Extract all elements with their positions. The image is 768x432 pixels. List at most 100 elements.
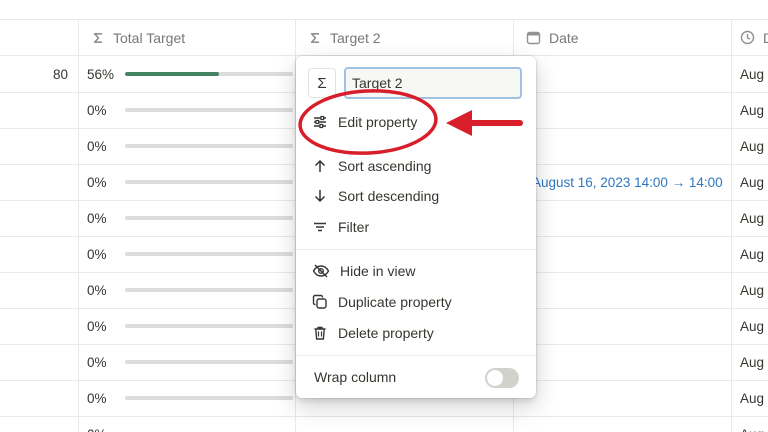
clock-icon (740, 30, 755, 45)
wrap-column-label: Wrap column (314, 369, 397, 385)
column-header-blank[interactable] (0, 20, 78, 56)
date-cell[interactable]: August 16, 2023 14:00 → 14:00 (514, 164, 740, 200)
column-header-target-2[interactable]: Target 2 (296, 20, 513, 56)
calendar-icon (526, 31, 541, 45)
total-target-cell[interactable]: 0% (78, 128, 295, 164)
progress-bar (125, 288, 293, 292)
total-target-cell[interactable]: 0% (78, 308, 295, 344)
column-header-label: D (763, 30, 768, 46)
total-target-cell[interactable]: 0% (78, 92, 295, 128)
progress-percent: 0% (87, 210, 107, 226)
progress-bar (125, 216, 293, 220)
column-divider (731, 20, 732, 432)
last-column-cell[interactable]: Aug (740, 92, 768, 128)
sliders-icon (314, 115, 326, 129)
progress-percent: 0% (87, 282, 107, 298)
total-target-cell[interactable]: 0% (78, 164, 295, 200)
number-cell[interactable] (0, 308, 78, 344)
total-target-cell[interactable]: 0% (78, 200, 295, 236)
total-target-cell[interactable]: 0% (78, 272, 295, 308)
filter-icon (314, 222, 326, 232)
sort-ascending-button[interactable]: Sort ascending (302, 152, 530, 180)
edit-property-button[interactable]: Edit property (302, 108, 530, 136)
sort-descending-button[interactable]: Sort descending (302, 182, 530, 210)
number-cell[interactable]: 80 (0, 56, 78, 92)
trash-icon (314, 326, 326, 340)
menu-item-label: Duplicate property (338, 294, 452, 310)
number-cell[interactable] (0, 128, 78, 164)
progress-bar (125, 108, 293, 112)
eye-slash-icon (312, 264, 330, 278)
menu-item-label: Edit property (338, 114, 418, 130)
menu-item-label: Delete property (338, 325, 434, 341)
progress-bar (125, 396, 293, 400)
number-cell[interactable] (0, 272, 78, 308)
progress-percent: 56% (87, 66, 115, 82)
column-header-date[interactable]: Date (514, 20, 731, 56)
menu-item-label: Sort ascending (338, 158, 432, 174)
progress-percent: 0% (87, 138, 107, 154)
duplicate-icon (312, 294, 327, 309)
menu-divider (296, 249, 536, 250)
number-cell[interactable] (0, 380, 78, 416)
last-column-cell[interactable]: Aug (740, 380, 768, 416)
column-header-label: Total Target (113, 29, 186, 46)
column-header-total-target[interactable]: Total Target (79, 20, 295, 56)
last-column-cell[interactable]: Aug (740, 128, 768, 164)
last-column-cell[interactable]: Aug (740, 308, 768, 344)
progress-bar (125, 180, 293, 184)
sigma-icon (311, 32, 319, 43)
toggle-knob (487, 370, 503, 386)
top-strip (0, 0, 768, 20)
last-column-cell[interactable]: Aug (740, 236, 768, 272)
number-cell[interactable] (0, 92, 78, 128)
total-target-cell[interactable]: 0% (78, 236, 295, 272)
menu-item-label: Hide in view (340, 263, 416, 279)
number-cell[interactable] (0, 164, 78, 200)
total-target-cell[interactable]: 0% (78, 380, 295, 416)
menu-divider (296, 355, 536, 356)
progress-percent: 0% (87, 318, 107, 334)
arrow-up-icon (314, 159, 326, 172)
progress-percent: 0% (87, 354, 107, 370)
progress-bar (125, 144, 293, 148)
last-column-cell[interactable]: Aug (740, 164, 768, 200)
column-header-label: Date (549, 29, 579, 46)
property-type-button[interactable]: Σ (308, 68, 336, 98)
number-cell[interactable] (0, 416, 78, 432)
progress-percent: 0% (87, 102, 107, 118)
filter-button[interactable]: Filter (302, 213, 530, 241)
last-column-cell[interactable]: Aug (740, 344, 768, 380)
number-cell[interactable] (0, 344, 78, 380)
property-name-input[interactable] (344, 67, 522, 99)
progress-percent: 0% (87, 246, 107, 262)
last-column-cell[interactable]: Aug (740, 272, 768, 308)
progress-percent: 0% (87, 427, 117, 432)
hide-in-view-button[interactable]: Hide in view (302, 257, 530, 285)
last-column-cell[interactable]: Aug (740, 416, 768, 432)
progress-bar (125, 72, 293, 76)
total-target-cell[interactable]: 0% (78, 344, 295, 380)
property-menu: Σ Edit property Sort ascending Sort desc… (296, 56, 536, 398)
menu-item-label: Sort descending (338, 188, 440, 204)
arrow-down-icon (314, 190, 326, 203)
duplicate-property-button[interactable]: Duplicate property (302, 288, 530, 316)
number-cell[interactable] (0, 236, 78, 272)
wrap-column-toggle[interactable] (485, 368, 519, 388)
delete-property-button[interactable]: Delete property (302, 319, 530, 347)
progress-percent: 0% (87, 174, 107, 190)
progress-bar (125, 360, 293, 364)
number-cell[interactable] (0, 200, 78, 236)
menu-item-label: Filter (338, 219, 370, 235)
sigma-icon: Σ (317, 74, 327, 92)
column-header-label: Target 2 (330, 29, 381, 46)
progress-bar (125, 324, 293, 328)
progress-bar (125, 252, 293, 256)
progress-percent: 0% (87, 390, 107, 406)
column-header-last[interactable]: D (732, 20, 768, 56)
last-column-cell[interactable]: Aug (740, 200, 768, 236)
total-target-cell[interactable]: 56% (78, 56, 295, 92)
last-column-cell[interactable]: Aug (740, 56, 768, 92)
progress-bar-fill (125, 72, 220, 76)
total-target-cell[interactable]: 0% (78, 416, 295, 432)
